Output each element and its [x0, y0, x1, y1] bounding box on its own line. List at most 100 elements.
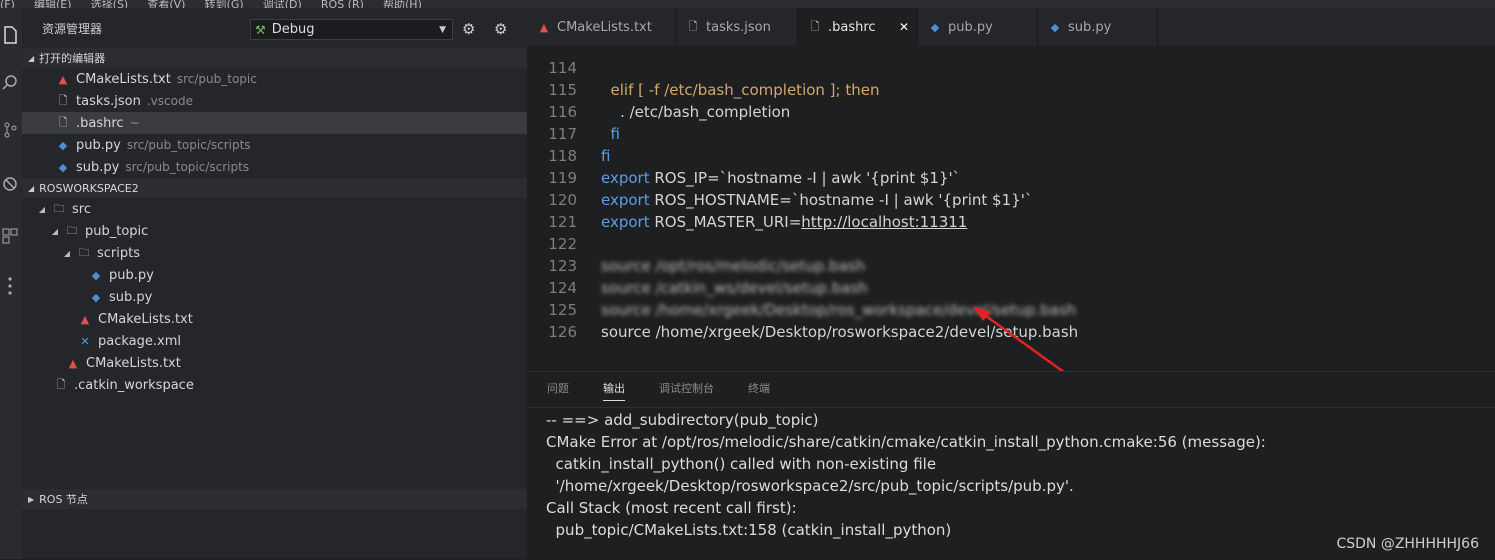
open-editor-path: ~ — [129, 116, 140, 130]
cmake-icon: ▲ — [80, 312, 90, 326]
open-editor-path: src/pub_topic/scripts — [125, 160, 250, 174]
output-line: -- ==> add_subdirectory(pub_topic) — [546, 411, 819, 429]
output-line: catkin_install_python() called with non-… — [546, 455, 937, 473]
open-editor-name: sub.py — [76, 159, 120, 175]
expand-arrow-icon: ◢ — [38, 204, 46, 214]
search-icon[interactable] — [2, 74, 18, 90]
debug-icon[interactable] — [2, 176, 18, 192]
cmake-icon: ▲ — [58, 72, 68, 86]
menu-go[interactable]: 转到(G) — [205, 0, 244, 8]
tree-folder[interactable]: ◢ 🗀 scripts — [22, 242, 527, 264]
open-editor-item[interactable]: ◆ pub.py src/pub_topic/scripts — [22, 134, 527, 156]
ros-nodes-section[interactable]: ▶ ROS 节点 — [22, 489, 533, 509]
tab-terminal[interactable]: 终端 — [748, 380, 770, 400]
menu-edit[interactable]: 编辑(E) — [34, 0, 72, 8]
file-icon: 🗋 — [58, 93, 68, 107]
tab-label: pub.py — [948, 19, 993, 35]
output-panel[interactable]: -- ==> add_subdirectory(pub_topic) CMake… — [527, 407, 1495, 560]
expand-icon: ▶ — [28, 494, 35, 504]
python-icon: ◆ — [91, 290, 101, 304]
explorer-title: 资源管理器 — [42, 21, 103, 36]
folder-icon: 🗀 — [53, 201, 65, 215]
open-editor-item[interactable]: 🗋 tasks.json .vscode — [22, 90, 527, 112]
tree-folder[interactable]: ◢ 🗀 pub_topic — [22, 220, 527, 242]
tree-file[interactable]: 🗋 .catkin_workspace — [22, 374, 527, 396]
source-control-icon[interactable] — [2, 122, 18, 138]
tree-folder[interactable]: ◢ 🗀 src — [22, 198, 527, 220]
tree-file[interactable]: ◆ pub.py — [22, 264, 527, 286]
tree-file[interactable]: ✕ package.xml — [22, 330, 527, 352]
workspace-label: ROSWORKSPACE2 — [39, 181, 139, 195]
tree-label: pub.py — [109, 267, 154, 283]
tab-bashrc[interactable]: 🗋 .bashrc ✕ — [798, 8, 918, 46]
gear-icon[interactable]: ⚙ — [462, 20, 475, 38]
tab-output[interactable]: 输出 — [603, 380, 625, 401]
menu-view[interactable]: 查看(V) — [147, 0, 185, 8]
menu-help[interactable]: 帮助(H) — [383, 0, 422, 8]
open-editor-name: tasks.json — [76, 93, 141, 109]
close-icon[interactable]: ✕ — [899, 20, 909, 34]
open-editor-path: src/pub_topic — [176, 72, 257, 86]
python-icon: ◆ — [930, 20, 940, 34]
menu-bar: (F) 编辑(E) 选择(S) 查看(V) 转到(G) 调试(D) ROS (R… — [0, 0, 1495, 8]
tree-file[interactable]: ▲ CMakeLists.txt — [22, 308, 527, 330]
file-icon: 🗋 — [688, 19, 698, 33]
open-editor-item-active[interactable]: 🗋 .bashrc ~ — [22, 112, 527, 134]
workspace-section[interactable]: ◢ ROSWORKSPACE2 — [22, 178, 527, 198]
tree-file[interactable]: ▲ CMakeLists.txt — [22, 352, 527, 374]
folder-icon: 🗀 — [78, 245, 90, 259]
tree-file[interactable]: ◆ sub.py — [22, 286, 527, 308]
python-icon: ◆ — [58, 160, 68, 174]
tab-label: .bashrc — [828, 19, 876, 35]
debug-config-value: Debug — [271, 22, 315, 37]
cmake-icon: ▲ — [539, 20, 549, 34]
more-icon[interactable] — [2, 276, 18, 295]
tab-label: sub.py — [1068, 19, 1112, 35]
code-editor[interactable]: 114 elif [ -f /etc/bash_completion ]; th… — [527, 46, 1495, 371]
tree-label: package.xml — [98, 333, 181, 349]
tab-tasks-json[interactable]: 🗋 tasks.json — [676, 8, 798, 46]
tree-label: pub_topic — [85, 223, 149, 239]
file-icon: 🗋 — [56, 377, 66, 391]
file-icon: 🗋 — [58, 115, 68, 129]
menu-selection[interactable]: 选择(S) — [91, 0, 129, 8]
output-line: Call Stack (most recent call first): — [546, 499, 797, 517]
tab-sub-py[interactable]: ◆ sub.py — [1038, 8, 1158, 46]
tab-cmakelists[interactable]: ▲ CMakeLists.txt — [527, 8, 676, 46]
extensions-icon[interactable] — [2, 228, 18, 244]
tab-debug-console[interactable]: 调试控制台 — [659, 380, 714, 400]
tab-label: tasks.json — [706, 19, 771, 35]
editor-tabs: ▲ CMakeLists.txt 🗋 tasks.json 🗋 .bashrc … — [527, 8, 1495, 46]
collapse-icon: ◢ — [28, 183, 35, 193]
tree-label: src — [72, 201, 91, 217]
open-editor-name: CMakeLists.txt — [76, 71, 171, 87]
activity-bar — [0, 8, 23, 559]
explorer-header: 资源管理器 ⚒ Debug ▼ ⚙ ⚙ — [22, 8, 527, 48]
file-icon: 🗋 — [810, 19, 820, 33]
menu-debug[interactable]: 调试(D) — [263, 0, 302, 8]
output-line: pub_topic/CMakeLists.txt:158 (catkin_ins… — [546, 521, 952, 539]
tree-label: .catkin_workspace — [74, 377, 194, 393]
explorer-icon[interactable] — [2, 26, 18, 44]
ros-nodes-label: ROS 节点 — [39, 493, 88, 506]
expand-arrow-icon: ◢ — [51, 226, 59, 236]
open-editor-item[interactable]: ◆ sub.py src/pub_topic/scripts — [22, 156, 527, 178]
chevron-down-icon: ▼ — [439, 24, 446, 35]
tree-label: CMakeLists.txt — [86, 355, 181, 371]
watermark: CSDN @ZHHHHHJ66 — [1336, 536, 1479, 552]
debug-settings-icon[interactable]: ⚙ — [494, 20, 507, 38]
open-editor-name: pub.py — [76, 137, 121, 153]
debug-config-select[interactable]: ⚒ Debug ▼ — [250, 19, 453, 40]
build-icon: ⚒ — [255, 22, 266, 37]
tab-pub-py[interactable]: ◆ pub.py — [918, 8, 1038, 46]
panel-tabbar: 问题 输出 调试控制台 终端 — [527, 371, 1495, 408]
menu-ros[interactable]: ROS (R) — [321, 0, 364, 8]
tree-label: CMakeLists.txt — [98, 311, 193, 327]
tab-problems[interactable]: 问题 — [547, 380, 569, 400]
open-editors-section[interactable]: ◢ 打开的编辑器 — [22, 48, 527, 68]
open-editor-item[interactable]: ▲ CMakeLists.txt src/pub_topic — [22, 68, 527, 90]
python-icon: ◆ — [1050, 20, 1060, 34]
output-line: '/home/xrgeek/Desktop/rosworkspace2/src/… — [546, 477, 1074, 495]
open-editor-path: src/pub_topic/scripts — [126, 138, 251, 152]
menu-file[interactable]: (F) — [0, 0, 15, 8]
